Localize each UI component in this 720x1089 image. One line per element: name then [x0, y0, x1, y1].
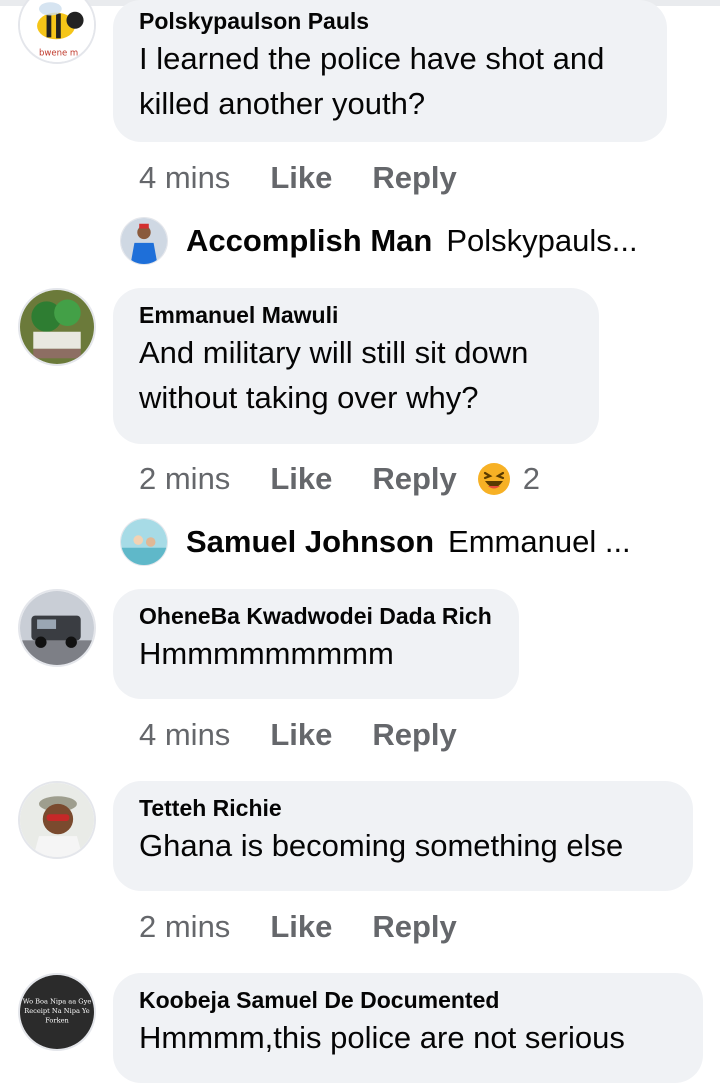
reaction-summary[interactable]: 2: [477, 461, 540, 497]
comment-author[interactable]: Emmanuel Mawuli: [139, 300, 573, 330]
comment-actions: 4 mins Like Reply: [139, 158, 497, 198]
avatar-caption-line: Wo Boa Nipa aa Gye: [23, 997, 92, 1005]
text-avatar[interactable]: Wo Boa Nipa aa Gye Receipt Na Nipa Ye Fo…: [18, 973, 96, 1051]
comment-text-line: Hmmmm,this police are not serious: [139, 1020, 625, 1055]
bee-avatar[interactable]: bwene m: [18, 0, 96, 64]
comment-text-line: I learned the police have shot and: [139, 41, 605, 76]
reply-button[interactable]: Reply: [372, 461, 456, 497]
reply-snippet: Polskypauls...: [446, 223, 638, 258]
comment-text-line: Ghana is becoming something else: [139, 828, 624, 863]
comment-actions: 2 mins Like Reply: [139, 907, 497, 947]
reply-author: Samuel Johnson: [186, 524, 435, 559]
car-avatar[interactable]: [18, 589, 96, 667]
beach-avatar: [120, 518, 168, 566]
avatar-caption-line: Forken: [45, 1016, 69, 1024]
comment-time[interactable]: 4 mins: [139, 717, 230, 753]
like-button[interactable]: Like: [270, 160, 332, 196]
like-button[interactable]: Like: [270, 461, 332, 497]
comment-time[interactable]: 4 mins: [139, 160, 230, 196]
comment-actions: 4 mins Like Reply: [139, 715, 497, 755]
reply-preview[interactable]: Accomplish Man Polskypauls...: [120, 216, 638, 266]
reply-preview[interactable]: Samuel Johnson Emmanuel ...: [120, 517, 631, 567]
reply-snippet: Emmanuel ...: [448, 524, 631, 559]
laughing-emoji-icon: [477, 463, 510, 495]
comment-bubble: Polskypaulson Pauls I learned the police…: [113, 0, 667, 142]
man-avatar[interactable]: [18, 781, 96, 859]
reaction-count: 2: [522, 461, 541, 496]
comment-time[interactable]: 2 mins: [139, 461, 230, 497]
comment-text-line: killed another youth?: [139, 86, 426, 121]
comment-author[interactable]: Koobeja Samuel De Documented: [139, 985, 677, 1015]
comment-text-line: Hmmmmmmmmm: [139, 636, 394, 671]
comment-author[interactable]: Polskypaulson Pauls: [139, 6, 641, 36]
reply-button[interactable]: Reply: [372, 909, 456, 945]
comment-bubble: OheneBa Kwadwodei Dada Rich Hmmmmmmmmm: [113, 589, 519, 699]
reply-author: Accomplish Man: [186, 223, 433, 258]
comment-text-line: without taking over why?: [139, 380, 479, 415]
comment-text-line: And military will still sit down: [139, 335, 529, 370]
comment-author[interactable]: Tetteh Richie: [139, 793, 667, 823]
comment-author[interactable]: OheneBa Kwadwodei Dada Rich: [139, 601, 493, 631]
comment-bubble: Koobeja Samuel De Documented Hmmmm,this …: [113, 973, 703, 1083]
svg-text:bwene m: bwene m: [39, 48, 78, 58]
avatar-caption-line: Receipt Na Nipa Ye: [24, 1007, 90, 1015]
comment-bubble: Emmanuel Mawuli And military will still …: [113, 288, 599, 444]
plant-avatar[interactable]: [18, 288, 96, 366]
reply-button[interactable]: Reply: [372, 717, 456, 753]
comment-time[interactable]: 2 mins: [139, 909, 230, 945]
comment-actions: 2 mins Like Reply 2: [139, 459, 540, 499]
comment-bubble: Tetteh Richie Ghana is becoming somethin…: [113, 781, 693, 891]
person-avatar: [120, 217, 168, 265]
like-button[interactable]: Like: [270, 909, 332, 945]
like-button[interactable]: Like: [270, 717, 332, 753]
reply-button[interactable]: Reply: [372, 160, 456, 196]
